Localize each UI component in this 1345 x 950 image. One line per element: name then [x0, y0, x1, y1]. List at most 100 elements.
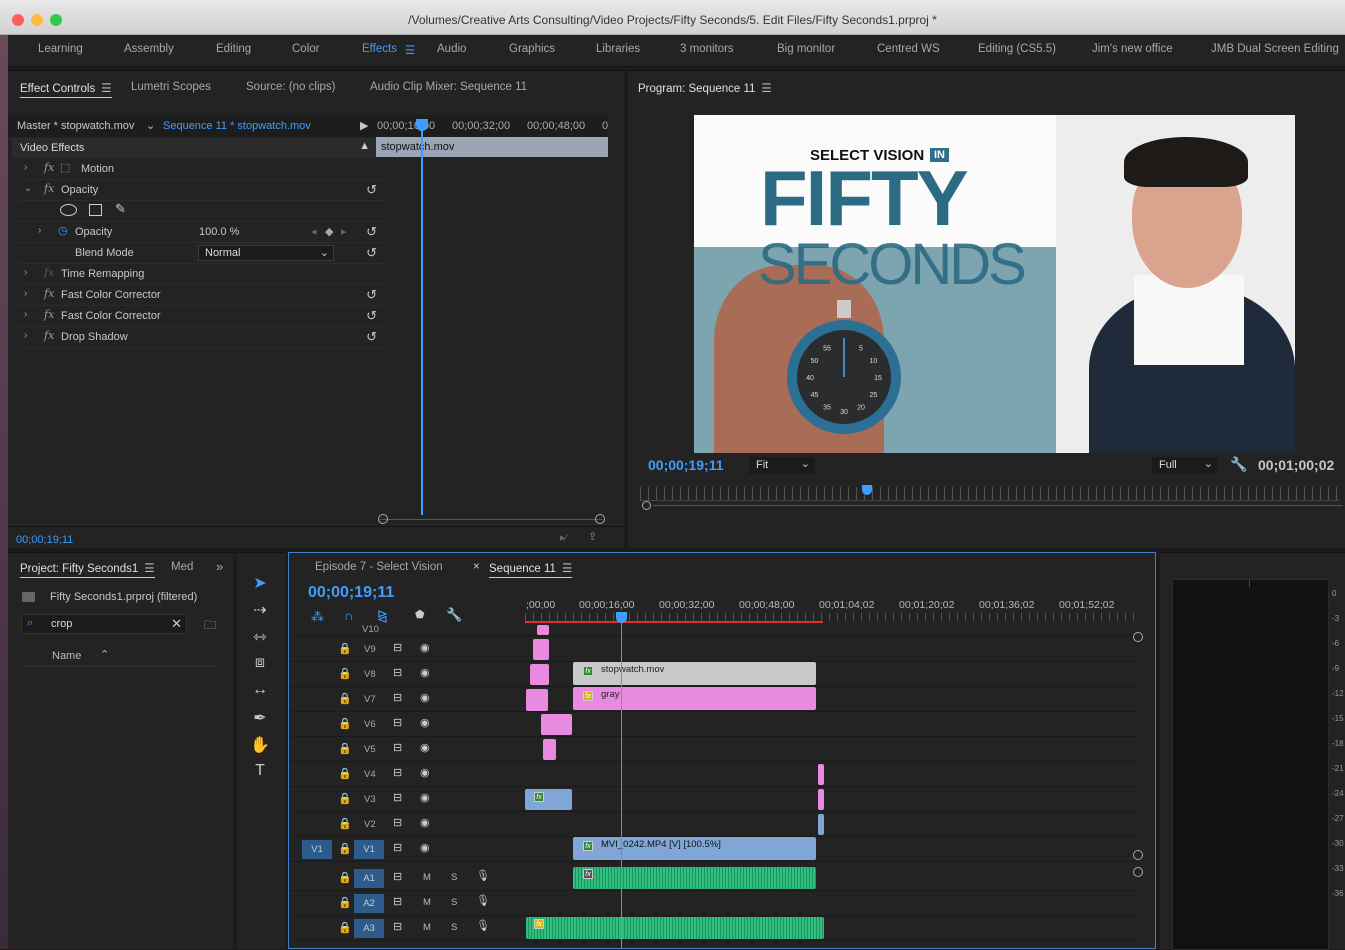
vertical-scroll-handle[interactable] — [1133, 850, 1143, 860]
snap-magnet-icon[interactable]: ∩ — [344, 608, 353, 623]
program-timecode[interactable]: 00;00;19;11 — [648, 457, 724, 473]
toggle-sync-lock-icon[interactable]: ⊟ — [393, 741, 402, 754]
tab-project[interactable]: Project: Fifty Seconds1 ☰ — [20, 561, 155, 578]
microphone-icon[interactable]: 🎙 — [476, 869, 490, 882]
program-zoom-handle[interactable] — [642, 501, 651, 510]
toggle-track-output-eye-icon[interactable]: ◉ — [420, 841, 430, 854]
effect-clip-bar[interactable]: stopwatch.mov — [376, 137, 608, 157]
workspace-editing-cs55[interactable]: Editing (CS5.5) — [978, 43, 1056, 55]
timeline-clip[interactable] — [543, 739, 556, 760]
wrench-icon[interactable]: 🔧 — [1230, 456, 1247, 473]
effect-row-fcc-1[interactable]: › fx Fast Color Corrector ↺ — [18, 285, 383, 306]
toggle-sync-lock-icon[interactable]: ⊟ — [393, 641, 402, 654]
toggle-track-output-eye-icon[interactable]: ◉ — [420, 791, 430, 804]
fx-icon[interactable]: fx — [44, 329, 54, 342]
timeline-clip-gray[interactable]: fx gray — [573, 687, 816, 710]
next-keyframe-icon[interactable]: ▸ — [341, 225, 347, 238]
quality-select[interactable]: Full ⌄ — [1152, 457, 1218, 474]
reset-icon[interactable]: ↺ — [366, 245, 377, 261]
zoom-handle-left[interactable] — [378, 514, 388, 524]
effect-row-fcc-2[interactable]: › fx Fast Color Corrector ↺ — [18, 306, 383, 327]
timeline-playhead-handle[interactable] — [616, 612, 627, 623]
workspace-effects[interactable]: Effects — [362, 43, 397, 55]
reset-icon[interactable]: ↺ — [366, 287, 377, 303]
solo-button[interactable]: S — [451, 897, 457, 908]
toggle-track-output-eye-icon[interactable]: ◉ — [420, 666, 430, 679]
linked-selection-icon[interactable]: ⧎ — [377, 608, 388, 624]
program-playhead[interactable] — [862, 485, 872, 495]
reset-icon[interactable]: ↺ — [366, 182, 377, 198]
fit-select[interactable]: Fit ⌄ — [749, 457, 815, 474]
toggle-track-output-eye-icon[interactable]: ◉ — [420, 691, 430, 704]
toggle-track-output-eye-icon[interactable]: ◉ — [420, 766, 430, 779]
timeline-settings-wrench-icon[interactable]: 🔧 — [446, 607, 462, 623]
timeline-clip[interactable] — [541, 714, 572, 735]
mute-button[interactable]: M — [423, 872, 431, 883]
solo-button[interactable]: S — [451, 922, 457, 933]
effect-mini-ruler[interactable]: 00;00;16;00 00;00;32;00 00;00;48;00 0 — [376, 115, 608, 137]
hand-tool-icon[interactable]: ✋ — [250, 735, 270, 755]
timeline-clip[interactable] — [818, 789, 824, 810]
new-bin-icon[interactable]: 🗀 — [204, 616, 216, 637]
solo-button[interactable]: S — [451, 872, 457, 883]
workspace-centred-ws[interactable]: Centred WS — [877, 43, 940, 55]
add-marker-icon[interactable]: ⬟ — [415, 608, 425, 621]
toggle-sync-lock-icon[interactable]: ⊟ — [393, 920, 402, 933]
track-target-v1[interactable]: V1 — [354, 840, 384, 859]
toggle-sync-lock-icon[interactable]: ⊟ — [393, 841, 402, 854]
microphone-icon[interactable]: 🎙 — [476, 919, 490, 932]
timeline-clip[interactable] — [526, 689, 548, 711]
track-lock-icon[interactable]: 🔒 — [338, 642, 352, 655]
track-lock-icon[interactable]: 🔒 — [338, 692, 352, 705]
track-lock-icon[interactable]: 🔒 — [338, 896, 352, 909]
blend-mode-select[interactable]: Normal ⌄ — [198, 245, 334, 261]
toggle-sync-lock-icon[interactable]: ⊟ — [393, 716, 402, 729]
source-patch-v1[interactable]: V1 — [302, 840, 332, 859]
track-target-a1[interactable]: A1 — [354, 869, 384, 888]
workspace-libraries[interactable]: Libraries — [596, 43, 640, 55]
clear-search-icon[interactable]: ✕ — [171, 616, 182, 632]
project-search-input[interactable]: ⌕ crop ✕ — [21, 614, 187, 634]
sequence-clip-label[interactable]: Sequence 11 * stopwatch.mov — [163, 120, 311, 132]
toggle-track-output-eye-icon[interactable]: ◉ — [420, 716, 430, 729]
toggle-sync-lock-icon[interactable]: ⊟ — [393, 666, 402, 679]
timeline-audio-clip-a1[interactable]: fx — [573, 867, 816, 889]
track-lock-icon[interactable]: 🔒 — [338, 817, 352, 830]
track-lock-icon[interactable]: 🔒 — [338, 717, 352, 730]
track-lock-icon[interactable]: 🔒 — [338, 667, 352, 680]
vertical-scroll-handle[interactable] — [1133, 867, 1143, 877]
reset-icon[interactable]: ↺ — [366, 224, 377, 240]
track-lock-icon[interactable]: 🔒 — [338, 742, 352, 755]
master-clip-label[interactable]: Master * stopwatch.mov — [17, 120, 134, 132]
tab-audio-clip-mixer[interactable]: Audio Clip Mixer: Sequence 11 — [370, 81, 527, 93]
rectangle-mask-icon[interactable] — [89, 204, 102, 216]
workspace-learning[interactable]: Learning — [38, 43, 83, 55]
timeline-clip[interactable] — [530, 664, 549, 685]
workspace-audio[interactable]: Audio — [437, 43, 466, 55]
zoom-bar[interactable] — [380, 519, 602, 520]
effect-row-motion[interactable]: › fx ⬚ Motion — [18, 159, 383, 180]
selection-tool-icon[interactable]: ➤ — [250, 573, 270, 593]
ripple-edit-tool-icon[interactable]: ⇿ — [250, 627, 270, 647]
project-column-header[interactable]: Name ⌃ — [21, 645, 219, 667]
track-lock-icon[interactable]: 🔒 — [338, 842, 352, 855]
timeline-clip[interactable] — [533, 639, 549, 660]
ellipse-mask-icon[interactable] — [60, 204, 77, 216]
workspace-3-monitors[interactable]: 3 monitors — [680, 43, 734, 55]
timeline-audio-clip-a3[interactable]: fx — [526, 917, 824, 939]
expand-chevron-icon[interactable]: › — [38, 225, 41, 236]
effect-row-drop-shadow[interactable]: › fx Drop Shadow ↺ — [18, 327, 383, 348]
expand-chevron-icon[interactable]: › — [24, 267, 27, 278]
razor-tool-icon[interactable]: ⧈ — [250, 654, 270, 672]
effect-timecode[interactable]: 00;00;19;11 — [16, 534, 73, 546]
tab-episode-7[interactable]: Episode 7 - Select Vision — [315, 561, 443, 573]
toggle-sync-lock-icon[interactable]: ⊟ — [393, 766, 402, 779]
timeline-timecode[interactable]: 00;00;19;11 — [308, 584, 394, 602]
track-select-tool-icon[interactable]: ⇢ — [250, 600, 270, 620]
microphone-icon[interactable]: 🎙 — [476, 894, 490, 907]
workspace-menu-icon[interactable]: ☰ — [405, 43, 415, 57]
reset-icon[interactable]: ↺ — [366, 308, 377, 324]
expand-chevron-icon[interactable]: › — [24, 288, 27, 299]
timeline-clip-mvi[interactable]: fx MVI_0242.MP4 [V] [100.5%] — [573, 837, 816, 860]
vertical-scroll-handle[interactable] — [1133, 632, 1143, 642]
